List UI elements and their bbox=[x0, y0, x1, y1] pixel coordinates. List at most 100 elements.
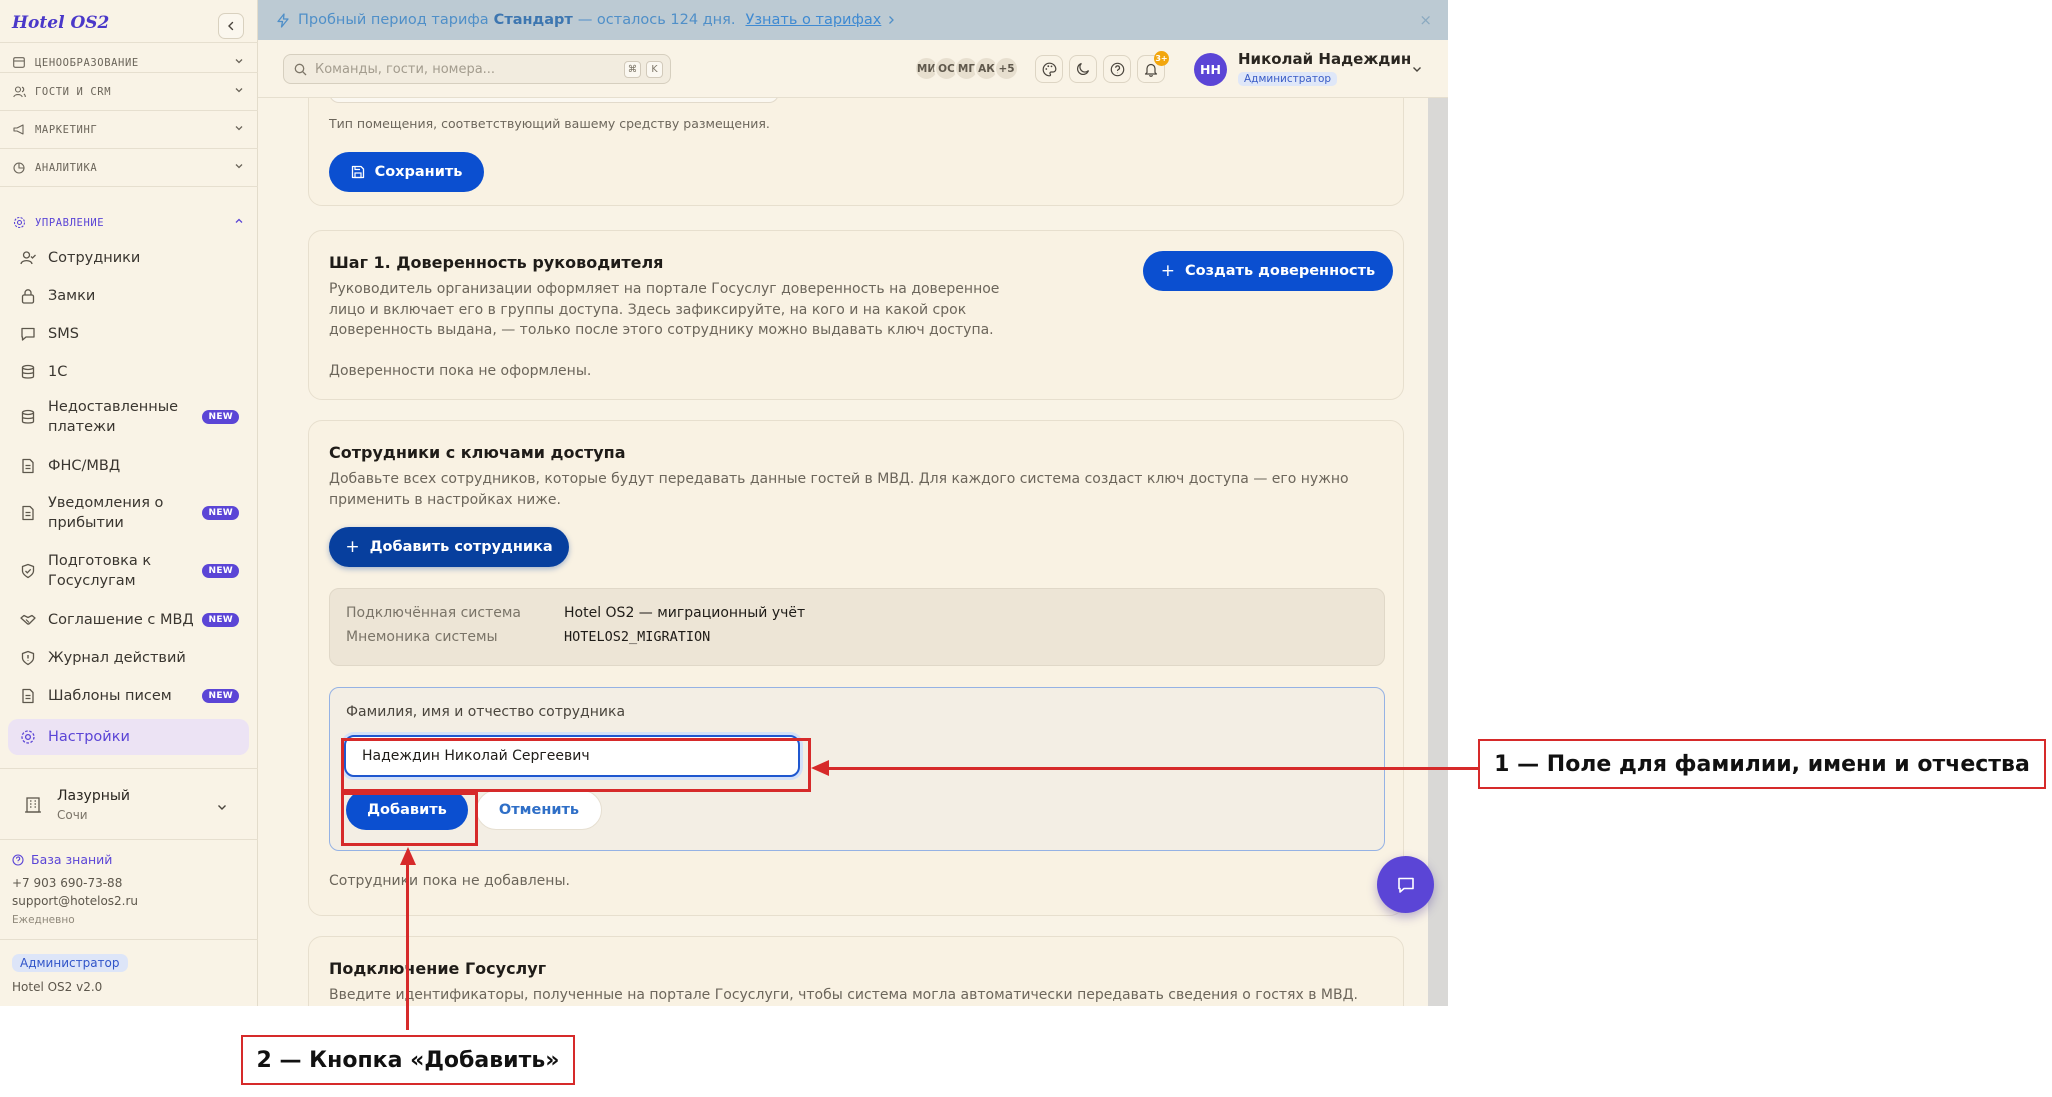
trial-banner: Пробный период тарифа Стандарт — осталос… bbox=[258, 0, 1448, 40]
section-label: Маркетинг bbox=[35, 123, 98, 136]
sidebar-item-fns-mvd[interactable]: ФНС/МВД bbox=[8, 450, 249, 482]
sidebar-item-sms[interactable]: SMS bbox=[8, 318, 249, 350]
sidebar-item-label: Подготовка к Госуслугам bbox=[48, 553, 152, 589]
section-analytics[interactable]: Аналитика bbox=[0, 149, 258, 186]
section-label: Аналитика bbox=[35, 161, 98, 174]
scrollbar[interactable] bbox=[1428, 98, 1448, 1006]
lock-icon bbox=[20, 288, 36, 304]
hotel-city: Сочи bbox=[57, 808, 88, 822]
user-avatar[interactable]: НН bbox=[1194, 53, 1227, 86]
knowledge-base-link[interactable]: База знаний bbox=[12, 852, 112, 867]
power-of-attorney-card: Шаг 1. Доверенность руководителя Руковод… bbox=[308, 230, 1404, 400]
step1-title: Шаг 1. Доверенность руководителя bbox=[329, 253, 664, 272]
create-power-of-attorney-label: Создать доверенность bbox=[1185, 263, 1376, 279]
section-label: Ценообразование bbox=[35, 56, 139, 69]
cancel-button[interactable]: Отменить bbox=[476, 790, 602, 830]
chevron-down-icon[interactable] bbox=[1411, 63, 1423, 75]
close-banner-icon[interactable]: × bbox=[1419, 11, 1432, 29]
section-management[interactable]: Управление bbox=[0, 204, 258, 241]
annotation-arrow-1 bbox=[818, 767, 1478, 770]
divider bbox=[0, 42, 258, 43]
connected-system-info: Подключённая система Hotel OS2 — миграци… bbox=[329, 588, 1385, 666]
knowledge-base-label: База знаний bbox=[31, 852, 113, 867]
theme-palette-button[interactable] bbox=[1035, 55, 1063, 83]
gosuslugi-card: Подключение Госуслуг Введите идентификат… bbox=[308, 936, 1404, 1006]
message-icon bbox=[20, 326, 36, 342]
sidebar: Hotel OS2 Ценообразование Гости и CRM Ма… bbox=[0, 0, 258, 1006]
new-badge: NEW bbox=[202, 613, 239, 627]
sidebar-item-label: Соглашение с МВД bbox=[48, 612, 194, 628]
sidebar-item-settings[interactable]: Настройки bbox=[8, 719, 249, 755]
trial-plan: Стандарт bbox=[493, 12, 573, 28]
employees-description: Добавьте всех сотрудников, которые будут… bbox=[329, 469, 1349, 510]
annotation-label-1: 1 — Поле для фамилии, имени и отчества bbox=[1478, 739, 2046, 789]
pricing-link[interactable]: Узнать о тарифах bbox=[746, 12, 882, 28]
description-line: Руководитель организации оформляет на по… bbox=[329, 281, 1000, 297]
create-power-of-attorney-button[interactable]: + Создать доверенность bbox=[1143, 251, 1393, 291]
hotel-selector[interactable]: Лазурный Сочи bbox=[14, 782, 244, 830]
search-icon bbox=[294, 63, 307, 76]
section-label: Управление bbox=[35, 216, 105, 229]
room-type-select[interactable] bbox=[329, 98, 779, 103]
app-window: Hotel OS2 Ценообразование Гости и CRM Ма… bbox=[0, 0, 1448, 1006]
add-employee-button[interactable]: + Добавить сотрудника bbox=[329, 527, 569, 567]
main-content: Тип помещения, соответствующий вашему ср… bbox=[258, 98, 1448, 1006]
sidebar-item-locks[interactable]: Замки bbox=[8, 280, 249, 312]
section-marketing[interactable]: Маркетинг bbox=[0, 111, 258, 148]
sidebar-item-arrival-notifications[interactable]: Уведомления о прибытии NEW bbox=[8, 490, 249, 536]
sidebar-item-email-templates[interactable]: Шаблоны писем NEW bbox=[8, 680, 249, 712]
collapse-sidebar-button[interactable] bbox=[218, 13, 244, 39]
sidebar-item-label: Настройки bbox=[48, 729, 130, 745]
sidebar-item-1c[interactable]: 1С bbox=[8, 356, 249, 388]
app-version: Hotel OS2 v2.0 bbox=[12, 980, 103, 994]
employees-empty-state: Сотрудники пока не добавлены. bbox=[329, 873, 570, 889]
sidebar-item-mvd-agreement[interactable]: Соглашение с МВД NEW bbox=[8, 604, 249, 636]
plus-icon: + bbox=[345, 537, 360, 557]
sidebar-item-employees[interactable]: Сотрудники bbox=[8, 242, 249, 274]
palette-icon bbox=[1042, 62, 1056, 76]
database-icon bbox=[20, 364, 36, 380]
sidebar-item-label: Замки bbox=[48, 288, 96, 304]
sidebar-item-gosuslugi-prep[interactable]: Подготовка к Госуслугам NEW bbox=[8, 548, 249, 594]
sidebar-item-label: Недоставленные платежи bbox=[48, 399, 179, 435]
chevron-down-icon bbox=[235, 59, 243, 64]
building-icon bbox=[24, 796, 42, 818]
employees-title: Сотрудники с ключами доступа bbox=[329, 443, 626, 462]
shield-alert-icon bbox=[20, 650, 36, 666]
save-button[interactable]: Сохранить bbox=[329, 152, 484, 192]
sidebar-item-label: ФНС/МВД bbox=[48, 458, 121, 474]
sidebar-item-label: Сотрудники bbox=[48, 250, 141, 266]
help-button[interactable] bbox=[1103, 55, 1131, 83]
user-role-badge: Администратор bbox=[1238, 72, 1338, 86]
sidebar-item-undelivered-payments[interactable]: Недоставленные платежи NEW bbox=[8, 394, 249, 440]
support-phone[interactable]: +7 903 690-73-88 bbox=[12, 876, 122, 890]
arrowhead-up-icon bbox=[400, 847, 416, 865]
chevron-right-icon bbox=[887, 15, 895, 25]
room-type-card: Тип помещения, соответствующий вашему ср… bbox=[308, 98, 1404, 206]
document-icon bbox=[20, 505, 36, 521]
team-more-avatars[interactable]: +5 bbox=[994, 56, 1019, 81]
section-guests-crm[interactable]: Гости и CRM bbox=[0, 73, 258, 110]
moon-icon bbox=[1077, 62, 1090, 75]
divider bbox=[0, 939, 258, 940]
sidebar-item-audit-log[interactable]: Журнал действий bbox=[8, 642, 249, 674]
sidebar-item-label: Шаблоны писем bbox=[48, 688, 172, 704]
database-icon bbox=[20, 409, 36, 425]
room-type-hint: Тип помещения, соответствующий вашему ср… bbox=[329, 116, 770, 131]
chat-button[interactable] bbox=[1377, 856, 1434, 913]
gear-icon bbox=[12, 216, 26, 230]
shield-check-icon bbox=[20, 563, 36, 579]
user-name[interactable]: Николай Надеждин bbox=[1238, 50, 1411, 68]
notifications-button[interactable]: 3+ bbox=[1137, 51, 1169, 83]
dark-mode-button[interactable] bbox=[1069, 55, 1097, 83]
description-line: применить в настройках ниже. bbox=[329, 491, 561, 508]
command-search[interactable]: Команды, гости, номера... ⌘ K bbox=[283, 54, 671, 84]
sidebar-item-label: Журнал действий bbox=[48, 650, 186, 666]
save-label: Сохранить bbox=[374, 164, 463, 180]
search-input[interactable]: Команды, гости, номера... bbox=[315, 62, 495, 77]
top-bar: Команды, гости, номера... ⌘ K МИ ОС МГ А… bbox=[258, 40, 1448, 98]
support-email[interactable]: support@hotelos2.ru bbox=[12, 894, 138, 908]
plus-icon: + bbox=[1160, 261, 1176, 281]
hotel-name: Лазурный bbox=[57, 788, 131, 804]
highlight-fio-input bbox=[341, 738, 811, 792]
